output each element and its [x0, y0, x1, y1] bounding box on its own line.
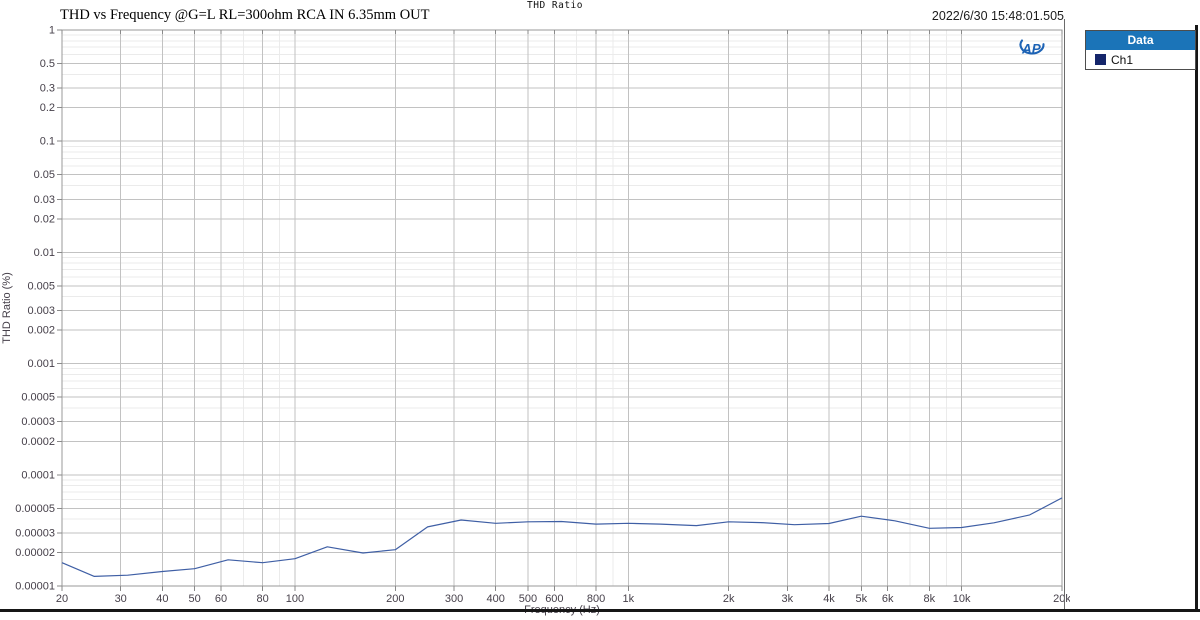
svg-text:0.2: 0.2	[40, 102, 55, 114]
legend-panel-header[interactable]: Data	[1086, 31, 1195, 50]
ap-logo-icon: AP	[1014, 36, 1050, 67]
svg-text:2k: 2k	[723, 593, 735, 605]
svg-text:0.00003: 0.00003	[15, 527, 55, 539]
svg-text:6k: 6k	[882, 593, 894, 605]
svg-text:5k: 5k	[856, 593, 868, 605]
ch1-label: Ch1	[1111, 53, 1133, 67]
series-ch1	[62, 498, 1062, 577]
svg-text:0.0005: 0.0005	[21, 392, 55, 404]
svg-text:200: 200	[386, 593, 404, 605]
svg-text:0.3: 0.3	[40, 83, 55, 95]
legend-item-ch1[interactable]: Ch1	[1086, 50, 1195, 69]
svg-text:40: 40	[156, 593, 168, 605]
svg-text:0.05: 0.05	[34, 169, 55, 181]
y-axis-title: THD Ratio (%)	[1, 272, 13, 344]
svg-text:100: 100	[286, 593, 304, 605]
svg-text:0.003: 0.003	[27, 305, 55, 317]
svg-text:20: 20	[56, 593, 68, 605]
svg-text:3k: 3k	[782, 593, 794, 605]
graph-title: THD vs Frequency @G=L RL=300ohm RCA IN 6…	[60, 7, 430, 24]
data-legend-panel: Data Ch1	[1085, 30, 1196, 70]
svg-text:30: 30	[115, 593, 127, 605]
thd-vs-frequency-chart: 2030405060801002003004005006008001k2k3k4…	[0, 0, 1070, 616]
svg-text:8k: 8k	[924, 593, 936, 605]
svg-text:60: 60	[215, 593, 227, 605]
svg-text:0.00005: 0.00005	[15, 503, 55, 515]
svg-text:10k: 10k	[953, 593, 971, 605]
graph-panel-divider	[1064, 19, 1065, 609]
svg-text:400: 400	[486, 593, 504, 605]
svg-text:1: 1	[49, 25, 55, 37]
svg-text:50: 50	[189, 593, 201, 605]
svg-text:0.0003: 0.0003	[21, 416, 55, 428]
svg-text:0.0001: 0.0001	[21, 469, 55, 481]
svg-text:300: 300	[445, 593, 463, 605]
svg-text:20k: 20k	[1053, 593, 1070, 605]
svg-text:0.03: 0.03	[34, 194, 55, 206]
svg-text:1k: 1k	[623, 593, 635, 605]
svg-text:0.5: 0.5	[40, 58, 55, 70]
ch1-color-swatch	[1095, 54, 1106, 65]
svg-text:0.01: 0.01	[34, 247, 55, 259]
svg-text:0.00001: 0.00001	[15, 581, 55, 593]
svg-text:0.005: 0.005	[27, 280, 55, 292]
svg-text:0.02: 0.02	[34, 213, 55, 225]
window-border-bottom	[0, 609, 1200, 612]
svg-text:80: 80	[257, 593, 269, 605]
svg-text:0.002: 0.002	[27, 325, 55, 337]
svg-text:0.00002: 0.00002	[15, 547, 55, 559]
window-border-right	[1195, 25, 1198, 612]
window-title: THD Ratio	[460, 0, 650, 11]
measurement-timestamp: 2022/6/30 15:48:01.505	[932, 9, 1064, 23]
svg-text:0.0002: 0.0002	[21, 436, 55, 448]
svg-text:0.1: 0.1	[40, 136, 55, 148]
svg-text:4k: 4k	[823, 593, 835, 605]
svg-text:0.001: 0.001	[27, 358, 55, 370]
